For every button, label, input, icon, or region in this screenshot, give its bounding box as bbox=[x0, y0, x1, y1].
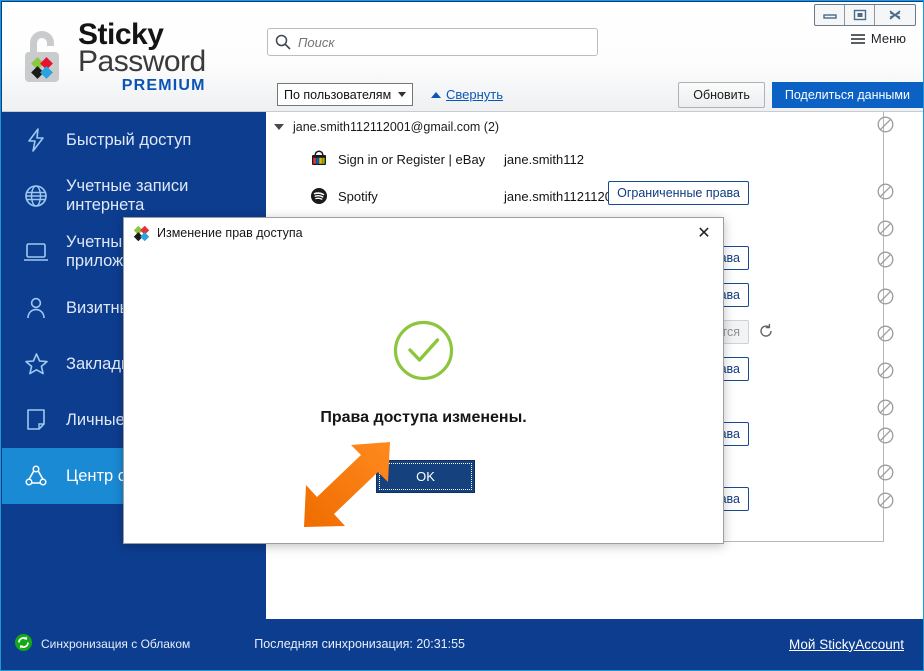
group-by-select[interactable]: По пользователям bbox=[277, 83, 413, 106]
share-data-button[interactable]: Поделиться данными bbox=[771, 81, 923, 108]
note-icon bbox=[22, 408, 50, 432]
share-icon bbox=[22, 464, 50, 488]
success-check-icon bbox=[392, 319, 455, 387]
sidebar-item-quick-access[interactable]: Быстрый доступ bbox=[2, 112, 266, 168]
brand-logo: Sticky Password PREMIUM bbox=[16, 20, 206, 94]
revoke-access-icon[interactable] bbox=[877, 427, 894, 444]
last-sync-label: Последняя синхронизация: 20:31:55 bbox=[254, 637, 465, 651]
revoke-access-icon[interactable] bbox=[877, 251, 894, 268]
revoke-access-icon[interactable] bbox=[877, 220, 894, 237]
dialog-message: Права доступа изменены. bbox=[320, 409, 527, 426]
window-controls bbox=[814, 4, 916, 26]
sidebar-label: Учетные записи интернета bbox=[66, 177, 189, 214]
toolbar-actions: Обновить Поделиться данными bbox=[678, 81, 923, 108]
lightning-icon bbox=[22, 128, 50, 152]
collapse-label: Свернуть bbox=[446, 87, 504, 102]
sidebar-item-web-accounts[interactable]: Учетные записи интернета bbox=[2, 168, 266, 224]
refresh-button[interactable]: Обновить bbox=[678, 81, 765, 108]
menu-label: Меню bbox=[870, 31, 906, 46]
laptop-icon bbox=[22, 241, 50, 263]
group-by-value: По пользователям bbox=[284, 87, 392, 102]
sticky-password-diamond-icon bbox=[133, 225, 150, 241]
app-header: Sticky Password PREMIUM Поиск Меню По по… bbox=[2, 2, 923, 113]
globe-icon bbox=[22, 184, 50, 208]
sync-label: Синхронизация с Облаком bbox=[41, 637, 191, 651]
content-toolbar: По пользователям Свернуть Обновить Подел… bbox=[267, 76, 923, 113]
search-input[interactable] bbox=[298, 34, 578, 50]
chevron-up-icon bbox=[431, 91, 441, 98]
ok-button[interactable]: OK bbox=[376, 460, 475, 493]
star-icon bbox=[22, 352, 50, 376]
menu-button[interactable]: Меню bbox=[850, 31, 906, 46]
revoke-access-icon[interactable] bbox=[877, 464, 894, 481]
person-icon bbox=[22, 296, 50, 320]
dialog-body: Права доступа изменены. OK bbox=[124, 248, 723, 545]
chevron-down-icon bbox=[398, 92, 406, 97]
revoke-access-icon[interactable] bbox=[877, 399, 894, 416]
revoke-access-icon[interactable] bbox=[877, 116, 894, 133]
refresh-pending-icon[interactable] bbox=[758, 323, 774, 339]
revoke-access-icon[interactable] bbox=[877, 288, 894, 305]
hamburger-icon bbox=[850, 32, 865, 46]
application-window: Sticky Password PREMIUM Поиск Меню По по… bbox=[0, 0, 924, 671]
revoke-access-icon[interactable] bbox=[877, 325, 894, 342]
collapse-link[interactable]: Свернуть bbox=[431, 87, 503, 102]
change-permissions-dialog: Изменение прав доступа ✕ Права доступа и… bbox=[123, 217, 724, 544]
minimize-button[interactable] bbox=[815, 5, 845, 25]
sync-icon bbox=[14, 633, 33, 655]
brand-wordmark: Sticky Password PREMIUM bbox=[78, 20, 206, 94]
sticky-password-lock-icon bbox=[16, 28, 68, 86]
close-button[interactable] bbox=[875, 5, 915, 25]
revoke-access-icon[interactable] bbox=[877, 362, 894, 379]
search-icon bbox=[275, 34, 291, 50]
my-sticky-account-link[interactable]: Мой StickyAccount bbox=[789, 637, 923, 652]
revoke-access-icon[interactable] bbox=[877, 183, 894, 200]
status-bar: Синхронизация с Облаком Последняя синхро… bbox=[2, 619, 923, 669]
dialog-title: Изменение прав доступа bbox=[157, 226, 303, 240]
restore-button[interactable] bbox=[845, 5, 875, 25]
brand-line-password: Password bbox=[78, 45, 206, 78]
close-icon[interactable]: ✕ bbox=[691, 222, 717, 244]
revoke-access-icon[interactable] bbox=[877, 492, 894, 509]
cloud-sync-status[interactable]: Синхронизация с Облаком bbox=[2, 633, 190, 655]
sidebar-label: Быстрый доступ bbox=[66, 130, 192, 149]
permission-button[interactable]: Ограниченные права bbox=[608, 181, 749, 205]
brand-line-premium: PREMIUM bbox=[121, 77, 206, 94]
dialog-title-bar: Изменение прав доступа ✕ bbox=[124, 218, 723, 248]
search-box[interactable] bbox=[267, 28, 598, 56]
